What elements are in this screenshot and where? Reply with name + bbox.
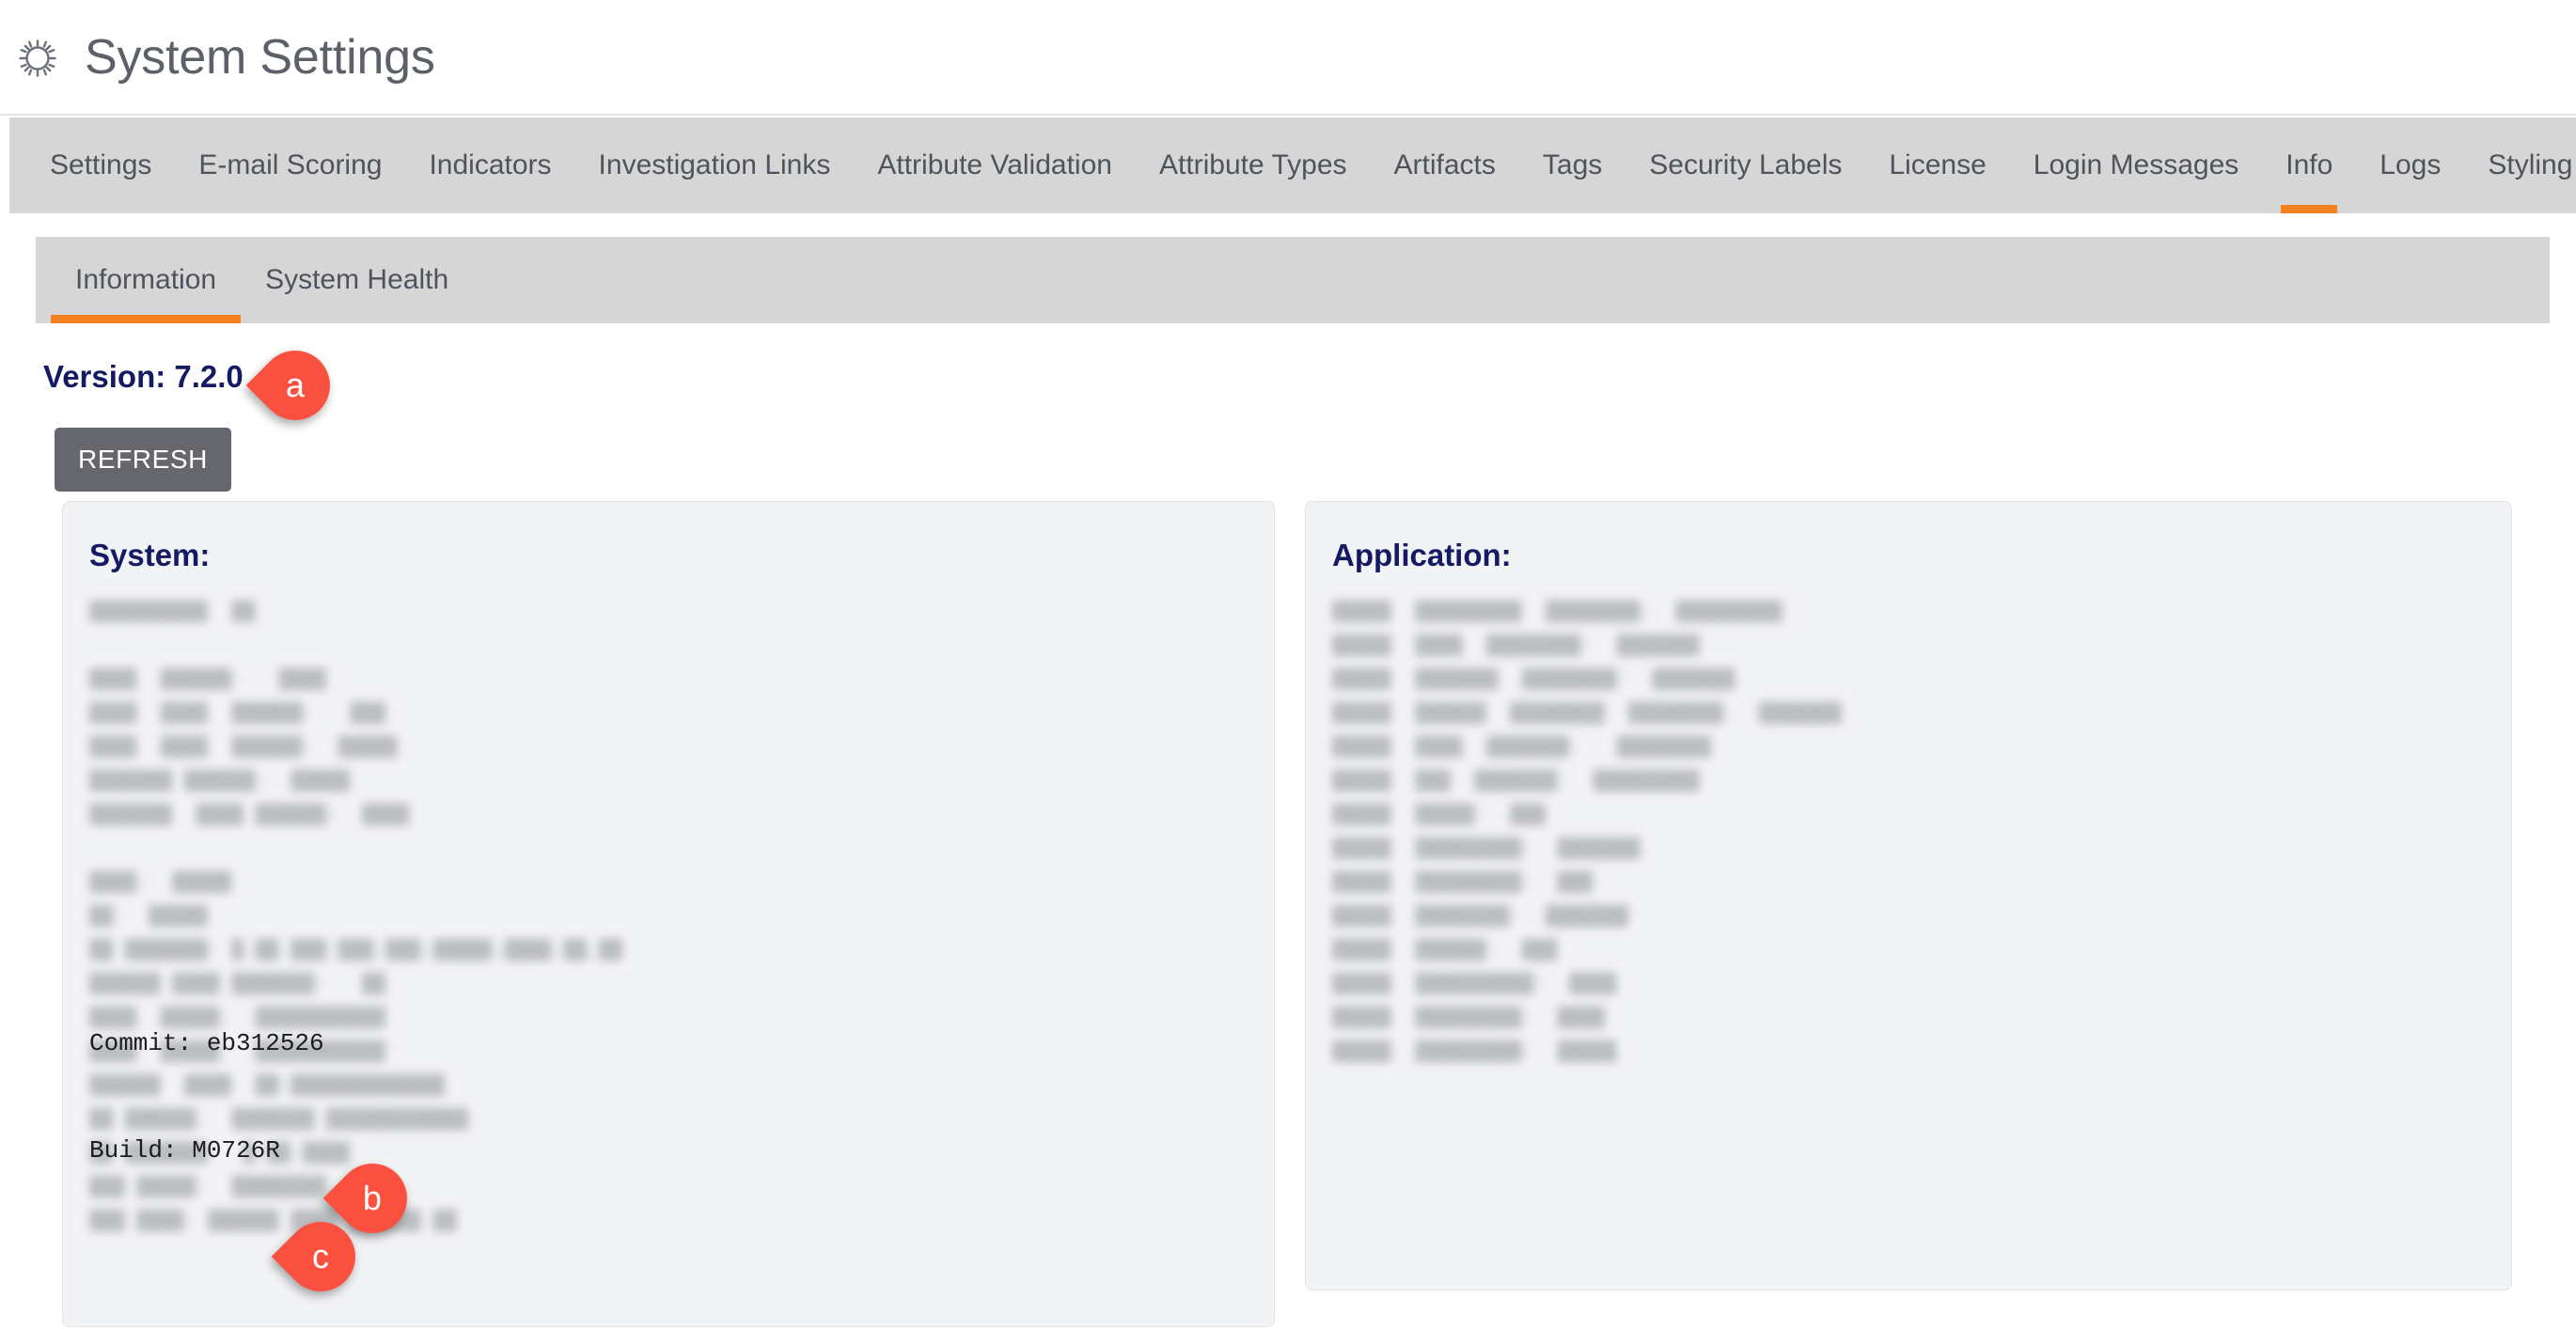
system-settings-page: System Settings Settings E-mail Scoring … bbox=[0, 0, 2576, 1329]
nav-label: Styling bbox=[2488, 149, 2573, 180]
application-info-panel: Application: █████ █████████ ████████: █… bbox=[1305, 501, 2512, 1290]
nav-item-logs[interactable]: Logs bbox=[2356, 117, 2464, 213]
nav-item-license[interactable]: License bbox=[1865, 117, 2009, 213]
subnav-item-system-health[interactable]: System Health bbox=[241, 237, 473, 323]
nav-item-attribute-validation[interactable]: Attribute Validation bbox=[854, 117, 1136, 213]
page-title: System Settings bbox=[85, 29, 435, 85]
nav-label: Logs bbox=[2380, 149, 2442, 180]
nav-item-login-messages[interactable]: Login Messages bbox=[2010, 117, 2262, 213]
application-panel-redacted-body: █████ █████████ ████████: █████████ ████… bbox=[1332, 602, 1842, 1063]
nav-label: Attribute Types bbox=[1158, 149, 1347, 180]
subnav-label: Information bbox=[75, 264, 217, 295]
annotation-marker-b-label: b bbox=[362, 1179, 383, 1217]
annotation-marker-c-label: c bbox=[312, 1237, 329, 1275]
version-line: Version: 7.2.0 bbox=[43, 359, 243, 394]
nav-label: Settings bbox=[50, 149, 152, 180]
nav-item-info[interactable]: Info bbox=[2262, 117, 2356, 213]
nav-label: Investigation Links bbox=[598, 149, 831, 180]
nav-item-investigation-links[interactable]: Investigation Links bbox=[575, 117, 855, 213]
system-panel-heading: System: bbox=[89, 538, 211, 572]
nav-item-indicators[interactable]: Indicators bbox=[405, 117, 574, 213]
annotation-marker-a: a bbox=[245, 336, 345, 435]
app-header: System Settings bbox=[0, 0, 2576, 116]
nav-item-artifacts[interactable]: Artifacts bbox=[1371, 117, 1519, 213]
nav-item-security-labels[interactable]: Security Labels bbox=[1626, 117, 1865, 213]
nav-label: Tags bbox=[1542, 149, 1603, 180]
nav-item-attribute-types[interactable]: Attribute Types bbox=[1136, 117, 1371, 213]
nav-label: Info bbox=[2285, 149, 2333, 180]
nav-item-tags[interactable]: Tags bbox=[1519, 117, 1626, 213]
nav-item-settings[interactable]: Settings bbox=[26, 117, 175, 213]
nav-item-styling[interactable]: Styling bbox=[2464, 117, 2576, 213]
nav-label: Attribute Validation bbox=[877, 149, 1112, 180]
gear-icon bbox=[19, 39, 56, 77]
subnav-item-information[interactable]: Information bbox=[51, 237, 242, 323]
primary-nav: Settings E-mail Scoring Indicators Inves… bbox=[9, 117, 2576, 213]
nav-label: Artifacts bbox=[1393, 149, 1496, 180]
subnav-label: System Health bbox=[265, 264, 449, 295]
nav-label: License bbox=[1889, 149, 1987, 180]
nav-label: Indicators bbox=[429, 149, 552, 180]
commit-line: Commit: eb312526 bbox=[89, 1029, 324, 1057]
system-panel-footer: Commit: eb312526 Build: M0726R bbox=[89, 954, 324, 1240]
system-info-panel: System: ██████████ ██ ████ ██████: ████ … bbox=[62, 501, 1275, 1327]
nav-label: E-mail Scoring bbox=[198, 149, 383, 180]
nav-label: Login Messages bbox=[2033, 149, 2239, 180]
active-underline bbox=[51, 315, 242, 323]
secondary-nav: Information System Health bbox=[36, 237, 2550, 323]
refresh-button[interactable]: REFRESH bbox=[55, 428, 231, 492]
build-line: Build: M0726R bbox=[89, 1136, 280, 1165]
nav-item-email-scoring[interactable]: E-mail Scoring bbox=[175, 117, 405, 213]
annotation-marker-a-label: a bbox=[285, 366, 306, 404]
nav-label: Security Labels bbox=[1649, 149, 1843, 180]
active-underline bbox=[2281, 205, 2338, 213]
application-panel-heading: Application: bbox=[1332, 538, 1512, 572]
